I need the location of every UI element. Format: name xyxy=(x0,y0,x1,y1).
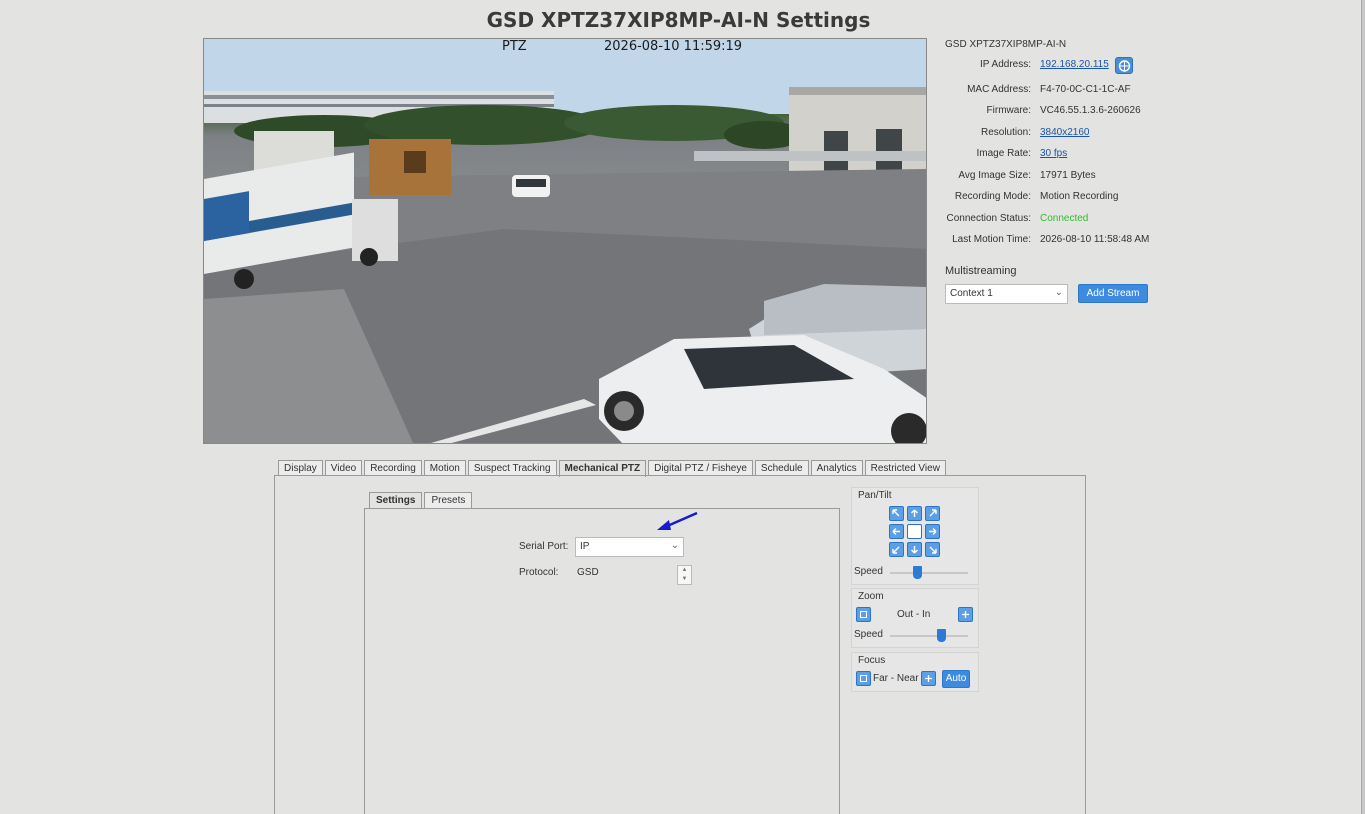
tab-digital-ptz[interactable]: Digital PTZ / Fisheye xyxy=(648,460,753,476)
info-row-avg-size: Avg Image Size: 17971 Bytes xyxy=(930,170,1170,186)
connection-status: Connected xyxy=(1040,213,1089,224)
chevron-down-icon: ⌄ xyxy=(1054,287,1063,298)
info-row-last-motion: Last Motion Time: 2026-08-10 11:58:48 AM xyxy=(930,234,1170,250)
chevron-down-icon: ⌄ xyxy=(670,540,679,551)
focus-auto-button[interactable]: Auto xyxy=(942,670,970,688)
pan-tilt-control: Pan/Tilt Speed xyxy=(851,487,979,585)
protocol-spinner[interactable]: ▲ ▼ xyxy=(677,565,692,585)
info-row-firmware: Firmware: VC46.55.1.3.6-260626 xyxy=(930,105,1170,121)
feed-mode-overlay: PTZ xyxy=(502,39,527,54)
info-value: F4-70-0C-C1-1C-AF xyxy=(1040,84,1131,95)
tab-display[interactable]: Display xyxy=(278,460,323,476)
resolution-link[interactable]: 3840x2160 xyxy=(1040,127,1090,138)
subtab-presets[interactable]: Presets xyxy=(424,492,473,509)
serial-port-value: IP xyxy=(580,541,590,552)
tilt-up-button[interactable] xyxy=(907,506,922,521)
info-label: Recording Mode: xyxy=(954,191,1031,202)
info-label: IP Address: xyxy=(980,59,1031,70)
zoom-title: Zoom xyxy=(858,591,884,602)
info-row-connection: Connection Status: Connected xyxy=(930,213,1170,229)
pan-up-right-button[interactable] xyxy=(925,506,940,521)
info-label: Image Rate: xyxy=(976,148,1031,159)
pan-up-left-button[interactable] xyxy=(889,506,904,521)
device-model: GSD XPTZ37XIP8MP-AI-N xyxy=(945,39,1067,50)
camera-scene xyxy=(204,39,926,443)
tab-analytics[interactable]: Analytics xyxy=(810,460,863,476)
serial-port-label: Serial Port: xyxy=(519,541,569,552)
focus-title: Focus xyxy=(858,655,886,666)
window-edge xyxy=(1361,0,1365,814)
info-label: Firmware: xyxy=(986,105,1031,116)
tilt-down-button[interactable] xyxy=(907,542,922,557)
pan-right-button[interactable] xyxy=(925,524,940,539)
zoom-speed-track[interactable] xyxy=(890,635,968,637)
focus-range-label: Far - Near xyxy=(873,673,919,684)
pan-tilt-speed-track[interactable] xyxy=(890,572,968,574)
tab-recording[interactable]: Recording xyxy=(364,460,422,476)
zoom-out-button[interactable] xyxy=(856,607,871,622)
pan-tilt-title: Pan/Tilt xyxy=(858,490,892,501)
camera-feed[interactable]: PTZ 2026-08-10 11:59:19 xyxy=(203,38,927,444)
info-row-recording-mode: Recording Mode: Motion Recording xyxy=(930,191,1170,207)
info-value: 17971 Bytes xyxy=(1040,170,1096,181)
feed-timestamp-overlay: 2026-08-10 11:59:19 xyxy=(604,39,743,54)
pan-tilt-speed-slider[interactable] xyxy=(913,566,923,579)
info-label: Connection Status: xyxy=(946,213,1032,224)
info-row-resolution: Resolution: 3840x2160 xyxy=(930,127,1170,143)
annotation-arrow-icon xyxy=(657,511,698,530)
ip-address-link[interactable]: 192.168.20.115 xyxy=(1040,59,1109,70)
web-browser-icon[interactable] xyxy=(1115,57,1133,74)
add-stream-button[interactable]: Add Stream xyxy=(1078,284,1148,303)
tab-suspect-tracking[interactable]: Suspect Tracking xyxy=(467,460,557,476)
pan-home-button[interactable] xyxy=(907,524,922,539)
speed-label: Speed xyxy=(854,629,883,640)
focus-far-button[interactable] xyxy=(856,671,871,686)
info-label: Avg Image Size: xyxy=(958,170,1031,181)
info-value: VC46.55.1.3.6-260626 xyxy=(1040,105,1141,116)
ptz-subtabbar: Settings Presets xyxy=(369,492,474,509)
protocol-label: Protocol: xyxy=(519,567,559,578)
pan-down-left-button[interactable] xyxy=(889,542,904,557)
serial-port-select[interactable]: IP ⌄ xyxy=(575,537,684,557)
subtab-settings[interactable]: Settings xyxy=(369,492,423,509)
protocol-value: GSD xyxy=(577,567,599,578)
info-row-image-rate: Image Rate: 30 fps xyxy=(930,148,1170,164)
pan-left-button[interactable] xyxy=(889,524,904,539)
context-select[interactable]: Context 1 ⌄ xyxy=(945,284,1068,304)
info-label: Resolution: xyxy=(980,127,1031,138)
info-value: 2026-08-10 11:58:48 AM xyxy=(1040,234,1150,245)
tab-motion[interactable]: Motion xyxy=(423,460,466,476)
info-row-mac: MAC Address: F4-70-0C-C1-1C-AF xyxy=(930,84,1170,100)
zoom-speed-slider[interactable] xyxy=(936,629,946,642)
multistreaming-label: Multistreaming xyxy=(945,265,1017,277)
page-title: GSD XPTZ37XIP8MP-AI-N Settings xyxy=(486,8,871,32)
image-rate-link[interactable]: 30 fps xyxy=(1040,148,1067,159)
zoom-in-button[interactable] xyxy=(958,607,973,622)
tab-restricted-view[interactable]: Restricted View xyxy=(864,460,946,476)
settings-tabbar: Display Video Recording Motion Suspect T… xyxy=(278,460,948,477)
info-row-ip: IP Address: 192.168.20.115 xyxy=(930,59,1170,75)
focus-near-button[interactable] xyxy=(921,671,936,686)
zoom-range-label: Out - In xyxy=(897,609,931,620)
info-label: MAC Address: xyxy=(967,84,1031,95)
context-select-value: Context 1 xyxy=(950,288,993,299)
speed-label: Speed xyxy=(854,566,883,577)
pan-down-right-button[interactable] xyxy=(925,542,940,557)
info-value: Motion Recording xyxy=(1040,191,1119,202)
tab-video[interactable]: Video xyxy=(324,460,363,476)
tab-schedule[interactable]: Schedule xyxy=(754,460,809,476)
info-label: Last Motion Time: xyxy=(952,234,1031,245)
zoom-control: Zoom Out - In Speed xyxy=(851,588,979,648)
